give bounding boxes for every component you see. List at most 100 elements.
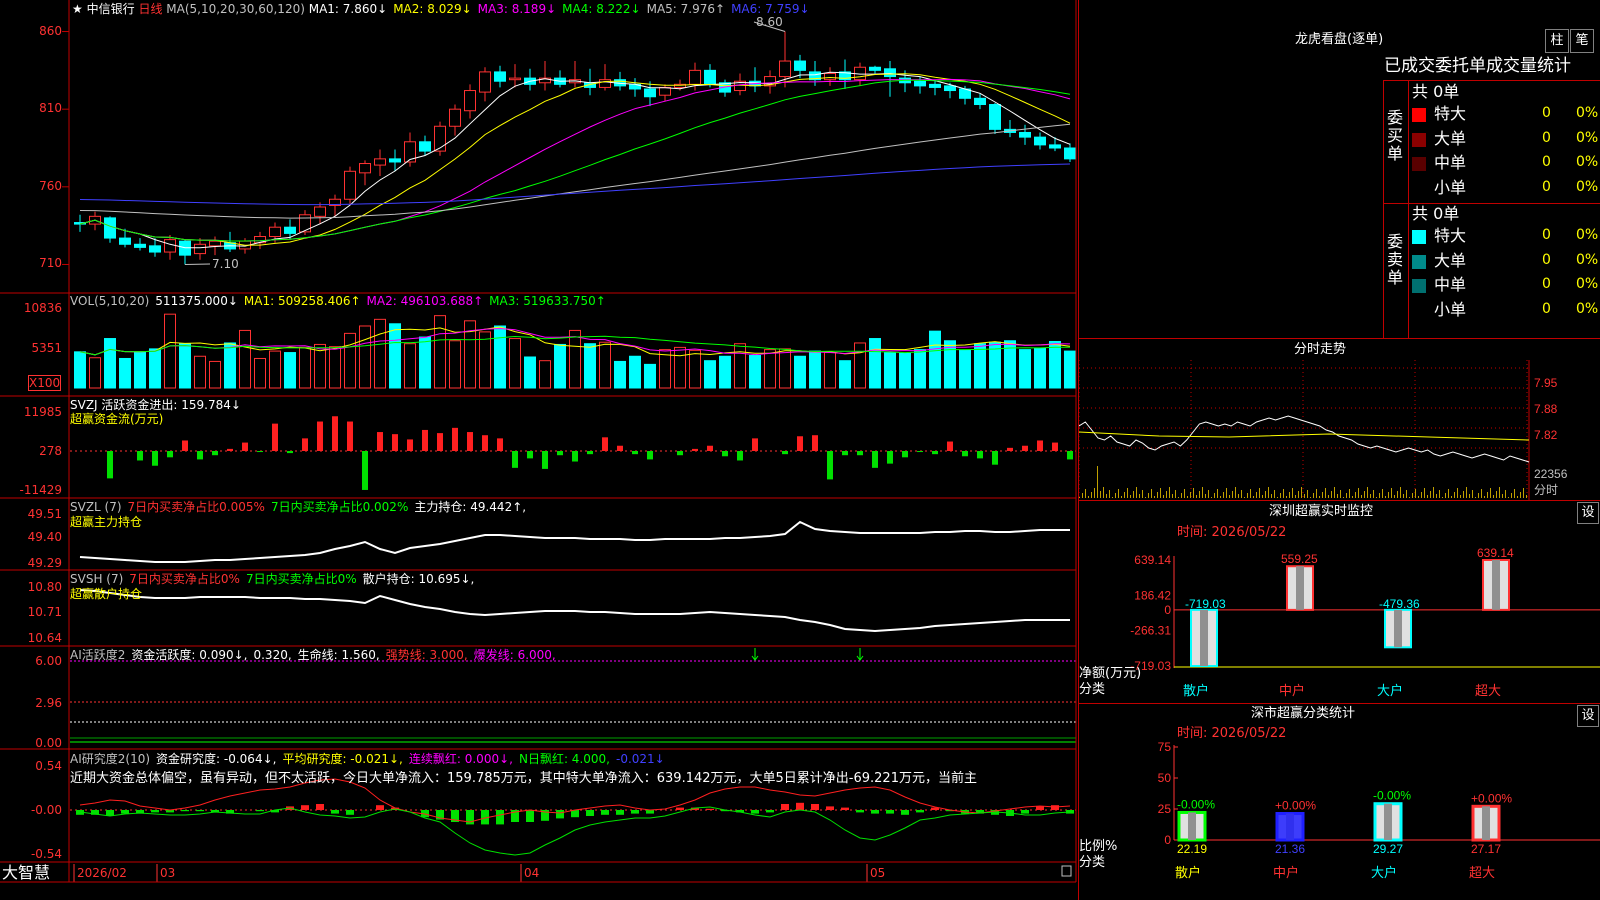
svzj-tick-1: 278	[39, 444, 62, 458]
buy-side-label: 委买单	[1387, 108, 1404, 163]
flow-bar	[692, 448, 698, 451]
candle-body	[269, 226, 281, 238]
candle-body	[824, 72, 836, 81]
stock-name[interactable]: 中信银行	[87, 2, 135, 16]
volume-bar	[374, 318, 386, 389]
main-chart-area[interactable]: ★ 中信银行 日线 MA(5,10,20,30,60,120) MA1: 7.8…	[0, 0, 1078, 900]
flow-bar	[452, 427, 458, 451]
bar-mode-button[interactable]: 柱	[1545, 29, 1569, 53]
sz-monitor-value-3: 639.14	[1477, 546, 1514, 560]
research-bar	[706, 808, 714, 810]
dragon-tiger-title: 龙虎看盘(逐单)	[1295, 32, 1384, 47]
candle-body	[494, 71, 506, 82]
sell-swatch-2	[1412, 279, 1426, 293]
flow-bar	[917, 451, 923, 453]
ma-line-2	[79, 73, 1071, 246]
research-bar	[181, 810, 189, 812]
sz-class-delta-3: +0.00%	[1471, 791, 1512, 805]
tick-mode-button[interactable]: 笔	[1570, 29, 1594, 53]
flow-bar	[932, 451, 938, 455]
buy-swatch-1	[1412, 132, 1426, 147]
sell-row-value-1: 0	[1542, 251, 1551, 268]
volume-bar	[224, 342, 236, 389]
ma-label: MA(5,10,20,30,60,120)	[166, 2, 305, 16]
flow-bar	[347, 421, 353, 451]
flow-bar	[407, 439, 413, 451]
ai-research_panel-item-3: 连续飘红: 0.000↓,	[408, 752, 513, 766]
date-label-0: 2026/02	[77, 866, 127, 880]
flow-bar	[167, 451, 173, 458]
flow-bar	[647, 451, 653, 460]
candle-body	[1049, 144, 1061, 149]
sz-class-class-label: 分类	[1079, 855, 1106, 870]
volume-bar	[359, 325, 371, 389]
buy-row-label-0: 特大	[1434, 104, 1467, 123]
ma-value-6: MA6: 7.759↓	[731, 2, 810, 16]
candle-body	[599, 79, 611, 88]
volume-bar	[479, 331, 491, 389]
vol-unit-button[interactable]: X100	[28, 375, 62, 391]
sz-class-cat-1: 中户	[1273, 865, 1299, 880]
candle-body	[104, 217, 116, 239]
sell-swatch-0	[1412, 230, 1426, 244]
sell-row-value-3: 0	[1542, 300, 1551, 317]
period-label[interactable]: 日线	[138, 2, 162, 16]
flow-bar	[332, 416, 338, 451]
svsh-line	[79, 589, 1070, 633]
ai-active-tick-0: 6.00	[35, 654, 62, 668]
vol-panel-item-4: MA3: 519633.750↑	[489, 294, 606, 308]
flow-bar	[1067, 451, 1073, 460]
intraday-chart[interactable]: 7.95 7.88 7.82 22356 分时	[1079, 360, 1600, 500]
candle-body	[119, 237, 131, 245]
volume-bar	[419, 336, 431, 389]
ai-active_panel-item-2: 0.320,	[253, 648, 292, 662]
sz-monitor-bar-shade	[1296, 566, 1304, 610]
vol-tick-0: 10836	[23, 301, 62, 315]
research-bar	[316, 804, 324, 810]
sz-class-delta-2: -0.00%	[1373, 789, 1411, 803]
svzl-line	[79, 520, 1070, 563]
flow-bar	[1007, 447, 1013, 451]
svsh-tick-0: 10.80	[27, 580, 62, 594]
flow-bar	[197, 451, 203, 460]
price-tick-3: 710	[39, 256, 62, 271]
flow-bar	[782, 451, 788, 455]
high-marker: 8.60	[756, 15, 783, 29]
flow-bar	[752, 438, 758, 451]
sz-class-bar-shade	[1384, 803, 1392, 840]
volume-bar	[1064, 350, 1076, 389]
ai-active-tick-2: 0.00	[35, 736, 62, 750]
volume-bar	[779, 348, 791, 389]
research-bar	[601, 810, 609, 815]
flow-bar	[707, 445, 713, 451]
volume-bar	[284, 352, 296, 389]
sz-monitor-tick-3: -266.31	[1130, 624, 1171, 638]
buy-row-label-2: 中单	[1434, 153, 1467, 172]
research-bar	[616, 810, 624, 815]
flow-bar	[1037, 440, 1043, 451]
research-bar	[331, 810, 339, 814]
volume-bar	[239, 329, 251, 389]
sz-monitor-cat-1: 中户	[1279, 683, 1305, 698]
favorite-star-icon[interactable]: ★	[72, 2, 83, 16]
intraday-tick-2: 7.82	[1534, 428, 1558, 442]
candle-body	[389, 158, 401, 163]
intraday-time-label: 分时	[1534, 483, 1558, 497]
intraday-vol-label: 22356	[1534, 467, 1568, 481]
volume-bar	[869, 338, 881, 389]
volume-bar	[389, 323, 401, 389]
flow-bar	[1022, 445, 1028, 451]
flow-bar	[722, 451, 728, 457]
order-stats-subtitle: 已成交委托单成交量统计	[1384, 56, 1571, 76]
candle-body	[974, 97, 986, 106]
ai-research-header: AI研究度2(10) 资金研究度: -0.064↓, 平均研究度: -0.021↓,…	[70, 752, 671, 766]
flow-bar	[992, 451, 998, 465]
research-bar	[376, 805, 384, 810]
volume-bar	[734, 343, 746, 389]
candle-body	[314, 206, 326, 217]
ai-research-tick-1: -0.00	[30, 803, 62, 817]
flow-bar	[257, 451, 263, 453]
volume-bar	[164, 313, 176, 389]
buy-swatch-2	[1412, 157, 1426, 171]
vol-panel-item-2: MA1: 509258.406↑	[243, 294, 361, 308]
